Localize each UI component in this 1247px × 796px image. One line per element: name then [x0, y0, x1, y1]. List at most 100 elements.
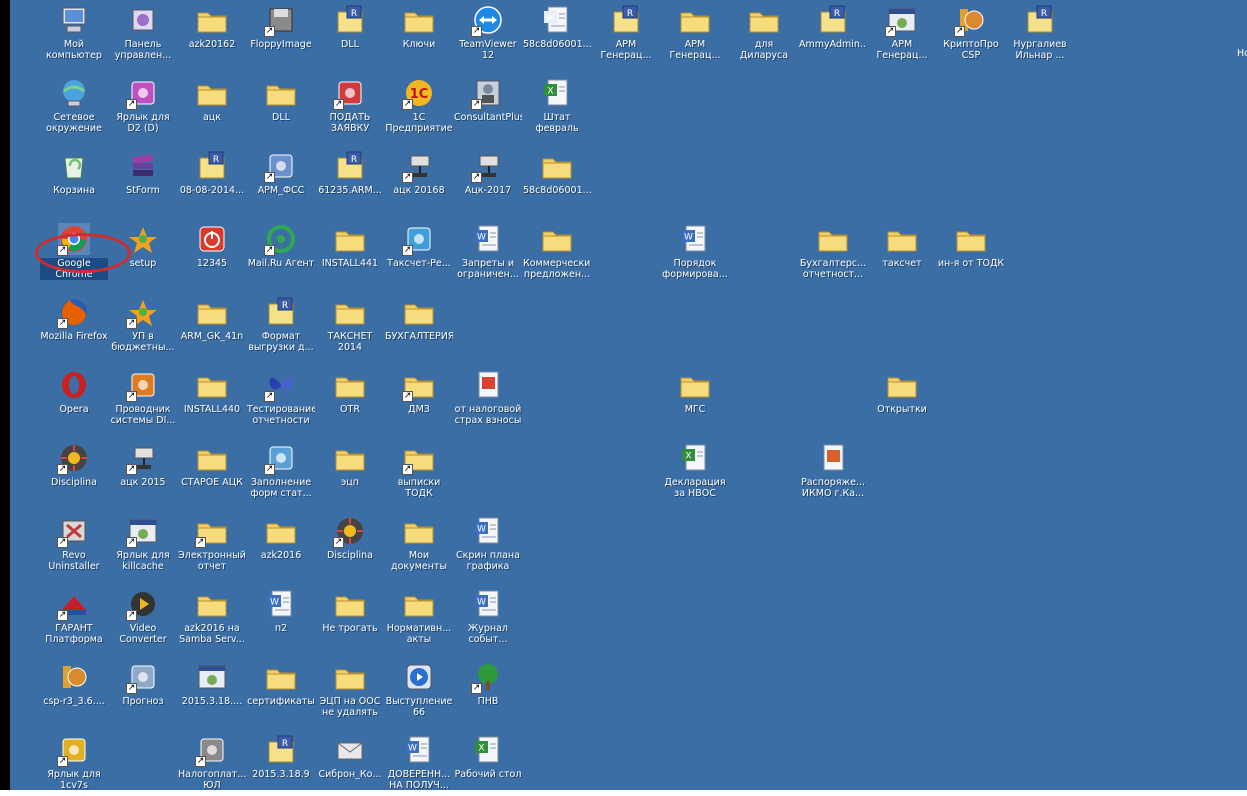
desktop-icon[interactable]: 1C ↗ 1С Предприятие	[385, 73, 453, 145]
desktop-icon[interactable]: сертификаты	[247, 657, 315, 729]
desktop-icon[interactable]: от налоговой страх взносы	[454, 365, 522, 437]
desktop-icon[interactable]: INSTALL440	[178, 365, 246, 437]
desktop-icon[interactable]: Мой компьютер	[40, 0, 108, 72]
desktop-icon[interactable]: 58c8d06001...	[523, 146, 591, 218]
desktop-icon[interactable]: ↗ выписки ТОДК	[385, 438, 453, 510]
svg-text:W: W	[477, 598, 486, 608]
desktop-icon[interactable]: ин-я от ТОДК	[937, 219, 1005, 291]
desktop-icon[interactable]: ↗ ацк 20168	[385, 146, 453, 218]
desktop-icon[interactable]: Мои документы	[385, 511, 453, 583]
desktop-icon[interactable]: W 58c8d06001...	[523, 0, 591, 72]
desktop-icon[interactable]: ↗ Таксчет-Ре...	[385, 219, 453, 291]
desktop-icon[interactable]: OTR	[316, 365, 384, 437]
desktop-icon[interactable]: ↗ ПОДАТЬ ЗАЯВКУ	[316, 73, 384, 145]
desktop-icon[interactable]: эцп	[316, 438, 384, 510]
desktop-icon[interactable]: R 61235.ARM...	[316, 146, 384, 218]
desktop-icon[interactable]: csp-r3_3.6....	[40, 657, 108, 729]
desktop-icon[interactable]: ↗ Прогноз	[109, 657, 177, 729]
desktop-icon[interactable]: ↗ Налогоплат... ЮЛ	[178, 730, 246, 790]
desktop-icon[interactable]: ↗ ацк 2015	[109, 438, 177, 510]
desktop-icon[interactable]: ↗ ГАРАНТ Платформа ...	[40, 584, 108, 656]
desktop-icon[interactable]: ↗ Ярлык для 1cv7s	[40, 730, 108, 790]
desktop-icon[interactable]: Сиброн_Ко...	[316, 730, 384, 790]
desktop-icon[interactable]: R 2015.3.18.9	[247, 730, 315, 790]
desktop-icon[interactable]: R Формат выгрузки д...	[247, 292, 315, 364]
desktop-icon[interactable]: ↗ Revo Uninstaller	[40, 511, 108, 583]
desktop-icon[interactable]: ↗ Disciplina	[40, 438, 108, 510]
desktop-icon[interactable]: ↗ ПНВ	[454, 657, 522, 729]
desktop-icon[interactable]: W ДОВЕРЕНН... НА ПОЛУЧ...	[385, 730, 453, 790]
shortcut-arrow-icon: ↗	[402, 172, 413, 183]
desktop-icon[interactable]: ↗ АРМ_ФСС	[247, 146, 315, 218]
desktop-icon[interactable]: W Журнал событ...	[454, 584, 522, 656]
desktop-icon[interactable]: azk2016 на Samba Serv...	[178, 584, 246, 656]
desktop-icon[interactable]: ↗ Ярлык для killcache	[109, 511, 177, 583]
desktop-icon[interactable]: Opera	[40, 365, 108, 437]
desktop-icon[interactable]: ↗ FloppyImage	[247, 0, 315, 72]
desktop-icon[interactable]: Панель управлен...	[109, 0, 177, 72]
desktop-icon[interactable]: таксчет	[868, 219, 936, 291]
desktop-icon[interactable]: ↗ Проводник системы DI...	[109, 365, 177, 437]
desktop-icon[interactable]: Нормативн... акты	[385, 584, 453, 656]
desktop-icon[interactable]: ↗ TeamViewer 12	[454, 0, 522, 72]
desktop-icon[interactable]: W п2	[247, 584, 315, 656]
desktop-icon[interactable]: StForm	[109, 146, 177, 218]
shortcut-arrow-icon: ↗	[402, 464, 413, 475]
desktop-icon[interactable]: ТАКСНЕТ 2014	[316, 292, 384, 364]
desktop-icon[interactable]: АРМ Генерац...	[661, 0, 729, 72]
desktop-icon[interactable]: DLL	[247, 73, 315, 145]
desktop-icon[interactable]: Не трогать	[316, 584, 384, 656]
desktop-icon[interactable]: X Декларация за НВОС	[661, 438, 729, 510]
desktop-icon[interactable]: azk2016	[247, 511, 315, 583]
desktop-icon[interactable]: ↗ КриптоПро CSP	[937, 0, 1005, 72]
desktop-icon[interactable]: R Нургалиев Ильнар ...	[1006, 0, 1074, 72]
desktop-icon[interactable]: Корзина	[40, 146, 108, 218]
desktop-icon[interactable]: Открытки	[868, 365, 936, 437]
desktop-icon[interactable]: ацк	[178, 73, 246, 145]
desktop-icon[interactable]: ↗ АРМ Генерац...	[868, 0, 936, 72]
desktop-icon[interactable]: Ключи	[385, 0, 453, 72]
desktop-icon[interactable]: W Порядок формирова...	[661, 219, 729, 291]
desktop-icon[interactable]: ↗ Электронный отчет	[178, 511, 246, 583]
desktop-icon[interactable]: W Запреты и ограничен...	[454, 219, 522, 291]
desktop-icon[interactable]: ↗ Mozilla Firefox	[40, 292, 108, 364]
desktop-icon[interactable]: ↗ УП в бюджетны...	[109, 292, 177, 364]
desktop-icon-label: Распоряже... ИКМО г.Ка...	[800, 477, 865, 499]
desktop-icon[interactable]: СТАРОЕ АЦК	[178, 438, 246, 510]
desktop-icon[interactable]: W Скрин плана графика	[454, 511, 522, 583]
desktop-icon[interactable]: azk20162	[178, 0, 246, 72]
desktop-icon[interactable]: ↗ Заполнение форм стат...	[247, 438, 315, 510]
desktop-icon[interactable]: ↗ Video Converter	[109, 584, 177, 656]
desktop-icon[interactable]: ↗ ConsultantPlus	[454, 73, 522, 145]
partial-icon-label: Hc	[1237, 48, 1247, 59]
desktop-icon[interactable]: ↗ Mail.Ru Агент	[247, 219, 315, 291]
desktop-icon[interactable]: ЭЦП на ООС не удалять	[316, 657, 384, 729]
desktop-icon[interactable]: R AmmyAdmin...	[799, 0, 867, 72]
desktop-icon[interactable]: R DLL	[316, 0, 384, 72]
desktop-icon[interactable]: X Рабочий стол	[454, 730, 522, 790]
desktop-icon[interactable]: Распоряже... ИКМО г.Ка...	[799, 438, 867, 510]
desktop-icon[interactable]: 12345	[178, 219, 246, 291]
control-panel-icon	[127, 4, 159, 36]
desktop-icon[interactable]: МГС	[661, 365, 729, 437]
desktop-icon[interactable]: ↗ Ацк-2017	[454, 146, 522, 218]
desktop-icon[interactable]: ↗ Disciplina	[316, 511, 384, 583]
desktop-icon[interactable]: ↗ Тестирование отчетности	[247, 365, 315, 437]
desktop-icon[interactable]: INSTALL441	[316, 219, 384, 291]
desktop-icon[interactable]: Выступление 66	[385, 657, 453, 729]
desktop-icon[interactable]: ↗ ДМЗ	[385, 365, 453, 437]
desktop-icon-label: АРМ Генерац...	[876, 39, 928, 61]
desktop-icon[interactable]: БУХГАЛТЕРИЯ	[385, 292, 453, 364]
desktop-icon[interactable]: X Штат февраль	[523, 73, 591, 145]
desktop-icon[interactable]: R АРМ Генерац...	[592, 0, 660, 72]
desktop-icon[interactable]: ARM_GK_41n	[178, 292, 246, 364]
desktop-icon[interactable]: Сетевое окружение	[40, 73, 108, 145]
app-window-icon: ↗	[126, 515, 159, 548]
desktop-icon[interactable]: Бухгалтерс... отчетност...	[799, 219, 867, 291]
desktop-icon[interactable]: Коммерческие предложен...	[523, 219, 591, 291]
desktop-icon[interactable]: R 08-08-2014...	[178, 146, 246, 218]
desktop-icon[interactable]: ↗ Ярлык для D2 (D)	[109, 73, 177, 145]
desktop-icon[interactable]: для Диларуса	[730, 0, 798, 72]
desktop-icon[interactable]: 2015.3.18....	[178, 657, 246, 729]
desktop[interactable]: Мой компьютер Панель управлен... azk2016…	[10, 0, 1247, 790]
